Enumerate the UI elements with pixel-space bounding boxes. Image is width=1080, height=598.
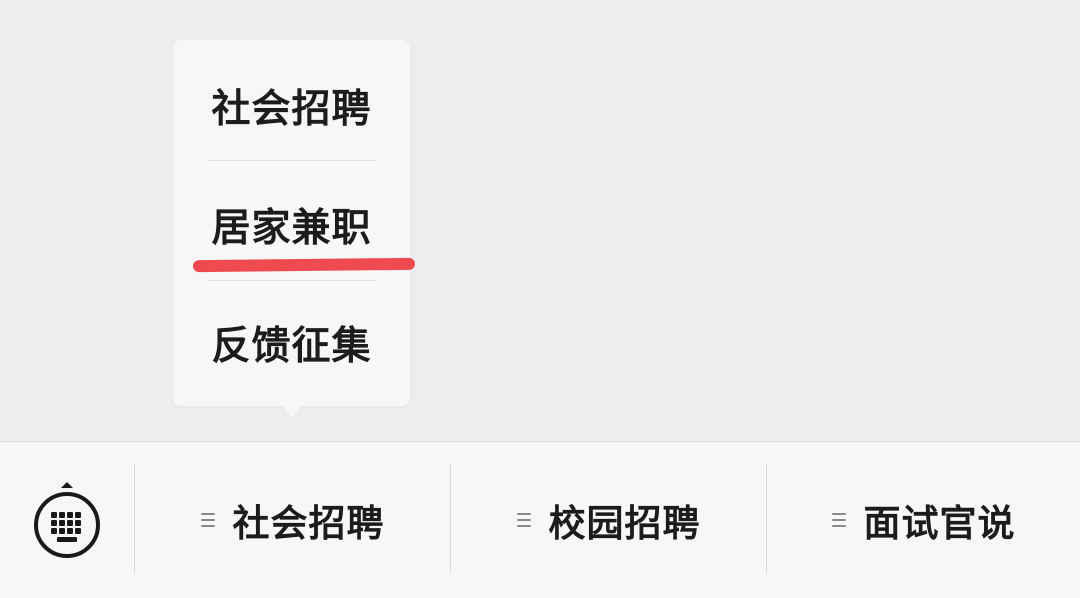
menu-item-social-recruitment[interactable]: 社会招聘	[173, 46, 410, 166]
highlight-underline	[192, 257, 416, 273]
keyboard-toggle-button[interactable]	[0, 442, 134, 598]
menu-lines-icon	[200, 513, 215, 527]
menu-lines-icon	[831, 513, 846, 527]
popup-submenu: 社会招聘 居家兼职 反馈征集	[173, 40, 410, 406]
bottom-menu-bar: 社会招聘 校园招聘 面试官说	[0, 441, 1080, 598]
menu-divider	[207, 160, 377, 161]
tab-interviewer-talk[interactable]: 面试官说	[767, 442, 1080, 598]
keyboard-icon	[34, 482, 100, 558]
menu-lines-icon	[516, 513, 531, 527]
tab-label: 面试官说	[863, 502, 1016, 545]
tab-campus-recruitment[interactable]: 校园招聘	[451, 442, 766, 598]
tab-label: 校园招聘	[548, 502, 701, 545]
menu-item-feedback[interactable]: 反馈征集	[173, 283, 410, 403]
menu-divider	[207, 280, 377, 281]
tab-label: 社会招聘	[232, 502, 385, 545]
tab-social-recruitment[interactable]: 社会招聘	[135, 442, 450, 598]
popup-arrow	[281, 404, 303, 418]
